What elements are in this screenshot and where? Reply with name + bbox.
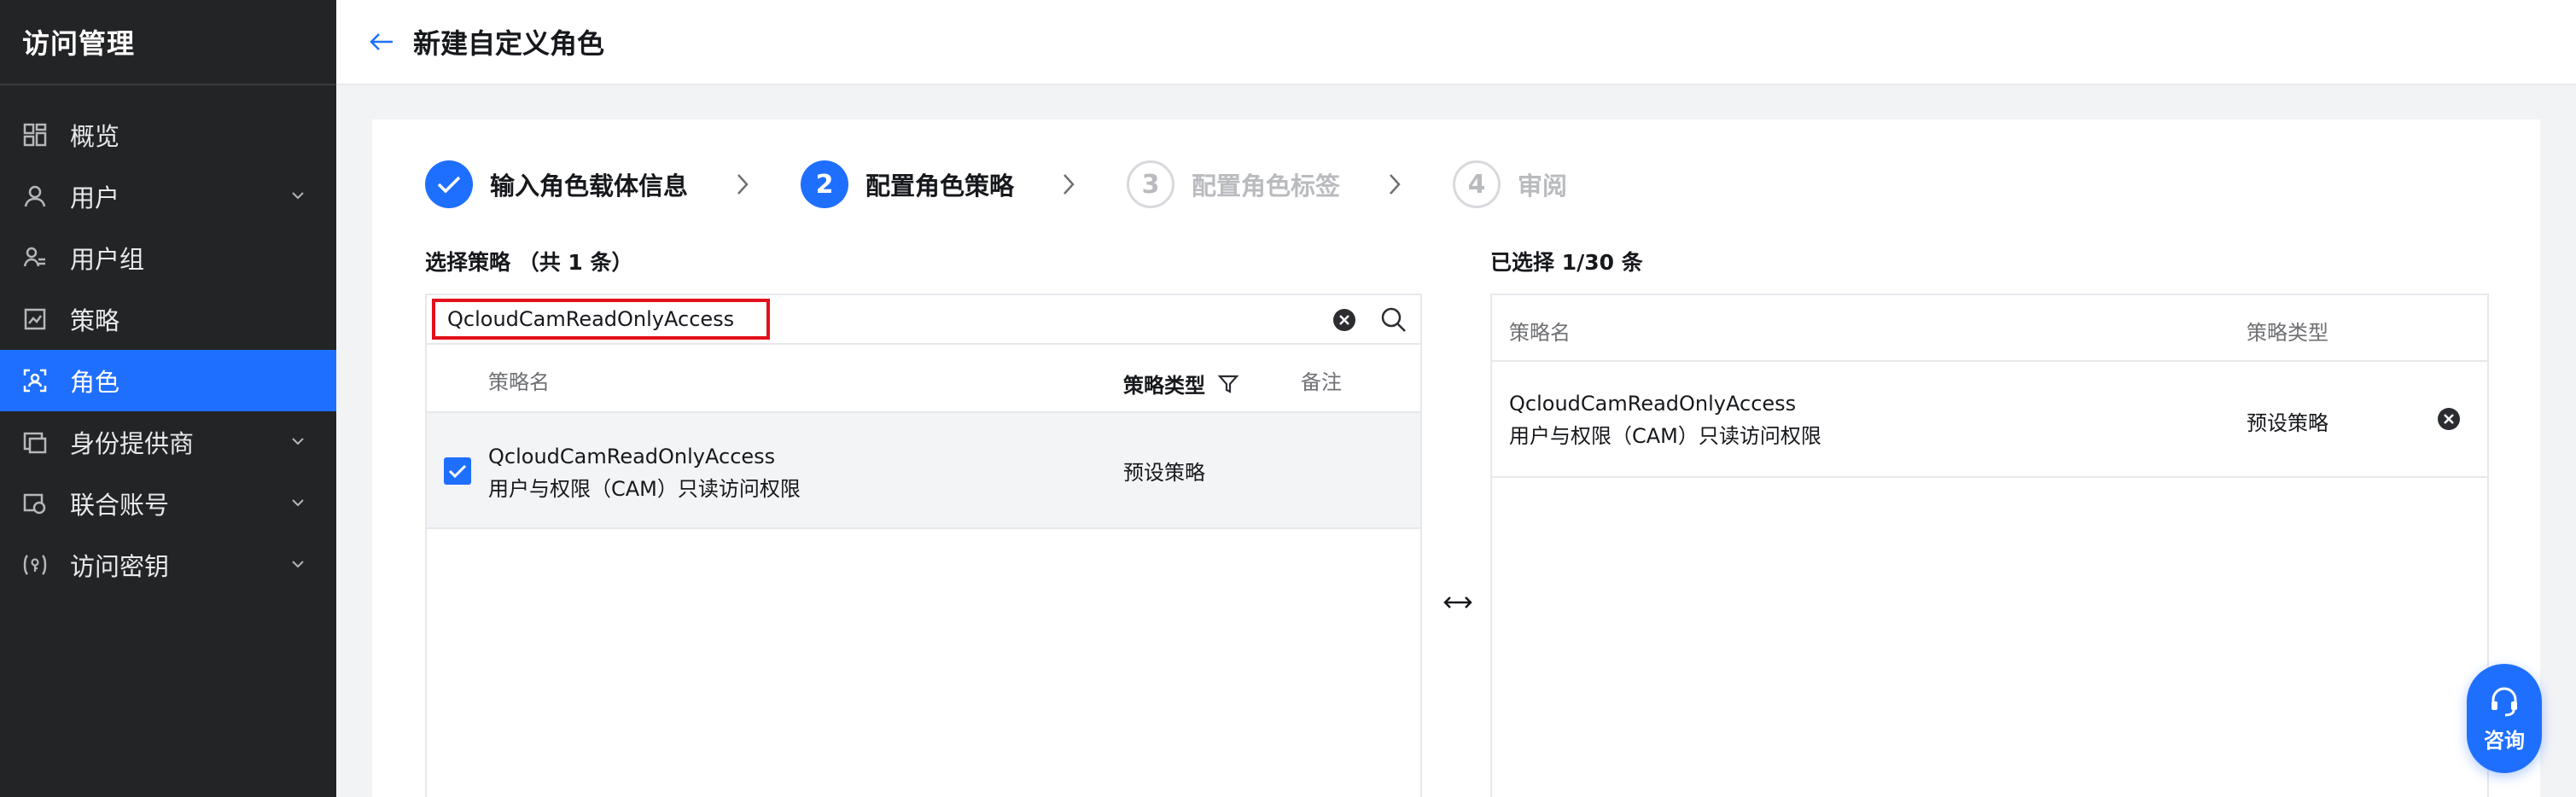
selected-list-title: 已选择 1/30 条 bbox=[1490, 250, 1643, 275]
stepper: 输入角色载体信息 2 配置角色策略 3 配置角色标签 4 审阅 bbox=[425, 159, 1567, 210]
column-policy-type[interactable]: 策略类型 bbox=[1123, 369, 1239, 398]
step-number: 3 bbox=[1127, 160, 1175, 208]
policy-name: QcloudCamReadOnlyAccess bbox=[1509, 392, 1797, 416]
transfer-arrows-icon bbox=[1443, 596, 1472, 608]
chevron-down-icon bbox=[292, 438, 304, 445]
identity-provider-icon bbox=[22, 429, 48, 455]
clear-icon[interactable] bbox=[1332, 307, 1357, 333]
policy-list-title: 选择策略 （共 1 条） bbox=[425, 250, 633, 275]
search-input[interactable]: QcloudCamReadOnlyAccess bbox=[432, 299, 770, 340]
chevron-right-icon bbox=[1062, 172, 1079, 197]
policy-name: QcloudCamReadOnlyAccess bbox=[488, 445, 776, 468]
row-checkbox[interactable] bbox=[444, 457, 471, 485]
policy-name-cell: QcloudCamReadOnlyAccess 用户与权限（CAM）只读访问权限 bbox=[488, 440, 801, 505]
policy-name-cell: QcloudCamReadOnlyAccess 用户与权限（CAM）只读访问权限 bbox=[1509, 387, 1821, 452]
step-label: 配置角色策略 bbox=[865, 172, 1015, 201]
dashboard-icon bbox=[22, 122, 48, 148]
sidebar-item-roles[interactable]: 角色 bbox=[0, 350, 336, 411]
sidebar-item-user-groups[interactable]: 用户组 bbox=[0, 227, 336, 288]
sidebar-item-label: 角色 bbox=[70, 368, 120, 397]
page-title: 新建自定义角色 bbox=[413, 27, 605, 60]
step-4: 4 审阅 bbox=[1453, 160, 1567, 208]
sidebar-item-label: 访问密钥 bbox=[70, 552, 170, 581]
table-row[interactable]: QcloudCamReadOnlyAccess 用户与权限（CAM）只读访问权限… bbox=[427, 413, 1420, 529]
check-icon bbox=[425, 160, 473, 208]
chevron-down-icon bbox=[292, 192, 304, 200]
federated-account-icon bbox=[22, 491, 48, 516]
consult-label: 咨询 bbox=[2484, 728, 2525, 753]
sidebar-item-overview[interactable]: 概览 bbox=[0, 104, 336, 166]
search-icon[interactable] bbox=[1379, 305, 1408, 335]
check-icon bbox=[448, 464, 467, 479]
sidebar-menu: 概览 用户 用户组 策略 角色 身份提供商 联合账号 访问密钥 bbox=[0, 104, 336, 596]
main-card: 输入角色载体信息 2 配置角色策略 3 配置角色标签 4 审阅 选择策略 （共 … bbox=[372, 119, 2540, 797]
table-row: QcloudCamReadOnlyAccess 用户与权限（CAM）只读访问权限… bbox=[1492, 362, 2487, 478]
selected-list-panel: 策略名 策略类型 QcloudCamReadOnlyAccess 用户与权限（C… bbox=[1490, 294, 2489, 797]
search-row: QcloudCamReadOnlyAccess bbox=[427, 295, 1420, 345]
sidebar-item-users[interactable]: 用户 bbox=[0, 166, 336, 227]
sidebar-item-label: 用户 bbox=[70, 183, 120, 212]
sidebar-item-label: 身份提供商 bbox=[70, 429, 195, 458]
step-1: 输入角色载体信息 bbox=[425, 160, 688, 208]
sidebar-item-identity-providers[interactable]: 身份提供商 bbox=[0, 411, 336, 473]
consult-button[interactable]: 咨询 bbox=[2467, 664, 2542, 773]
column-policy-name: 策略名 bbox=[488, 370, 550, 394]
step-number: 4 bbox=[1453, 160, 1501, 208]
sidebar-title: 访问管理 bbox=[0, 0, 336, 85]
sidebar-item-federated-accounts[interactable]: 联合账号 bbox=[0, 473, 336, 534]
sidebar-item-label: 用户组 bbox=[70, 245, 145, 274]
access-key-icon bbox=[22, 552, 48, 578]
remove-icon[interactable] bbox=[2436, 406, 2462, 432]
filter-icon[interactable] bbox=[1217, 373, 1239, 395]
policy-description: 用户与权限（CAM）只读访问权限 bbox=[1509, 424, 1821, 448]
sidebar-item-label: 概览 bbox=[70, 122, 120, 151]
column-policy-name: 策略名 bbox=[1509, 321, 1571, 345]
user-group-icon bbox=[22, 245, 48, 271]
page-header: 新建自定义角色 bbox=[336, 0, 2576, 85]
step-number: 2 bbox=[801, 160, 849, 208]
step-label: 输入角色载体信息 bbox=[490, 172, 689, 201]
sidebar-item-label: 联合账号 bbox=[70, 491, 170, 520]
policy-icon bbox=[22, 306, 48, 332]
role-icon bbox=[22, 368, 48, 393]
user-icon bbox=[22, 183, 48, 209]
sidebar-item-access-keys[interactable]: 访问密钥 bbox=[0, 534, 336, 596]
chevron-down-icon bbox=[292, 561, 304, 568]
policy-list-panel: QcloudCamReadOnlyAccess 策略名 策略类型 备注 Qclo… bbox=[425, 294, 1422, 797]
chevron-down-icon bbox=[292, 499, 304, 507]
table-header: 策略名 策略类型 bbox=[1492, 295, 2487, 362]
headset-icon bbox=[2491, 687, 2517, 716]
step-label: 审阅 bbox=[1518, 172, 1568, 201]
policy-description: 用户与权限（CAM）只读访问权限 bbox=[488, 477, 801, 501]
policy-type: 预设策略 bbox=[1123, 461, 1205, 485]
chevron-right-icon bbox=[736, 172, 753, 197]
chevron-right-icon bbox=[1388, 172, 1405, 197]
step-2: 2 配置角色策略 bbox=[801, 160, 1014, 208]
sidebar-item-policies[interactable]: 策略 bbox=[0, 288, 336, 350]
step-label: 配置角色标签 bbox=[1192, 172, 1341, 201]
step-3: 3 配置角色标签 bbox=[1127, 160, 1340, 208]
policy-type: 预设策略 bbox=[2247, 411, 2328, 435]
back-arrow-icon[interactable] bbox=[369, 29, 394, 55]
sidebar: 访问管理 概览 用户 用户组 策略 角色 身份提供商 联合账号 访问密钥 bbox=[0, 0, 336, 797]
sidebar-item-label: 策略 bbox=[70, 306, 120, 335]
column-label: 策略类型 bbox=[1123, 374, 1205, 398]
column-note: 备注 bbox=[1301, 370, 1342, 394]
table-header: 策略名 策略类型 备注 bbox=[427, 345, 1420, 413]
column-policy-type: 策略类型 bbox=[2247, 321, 2328, 345]
